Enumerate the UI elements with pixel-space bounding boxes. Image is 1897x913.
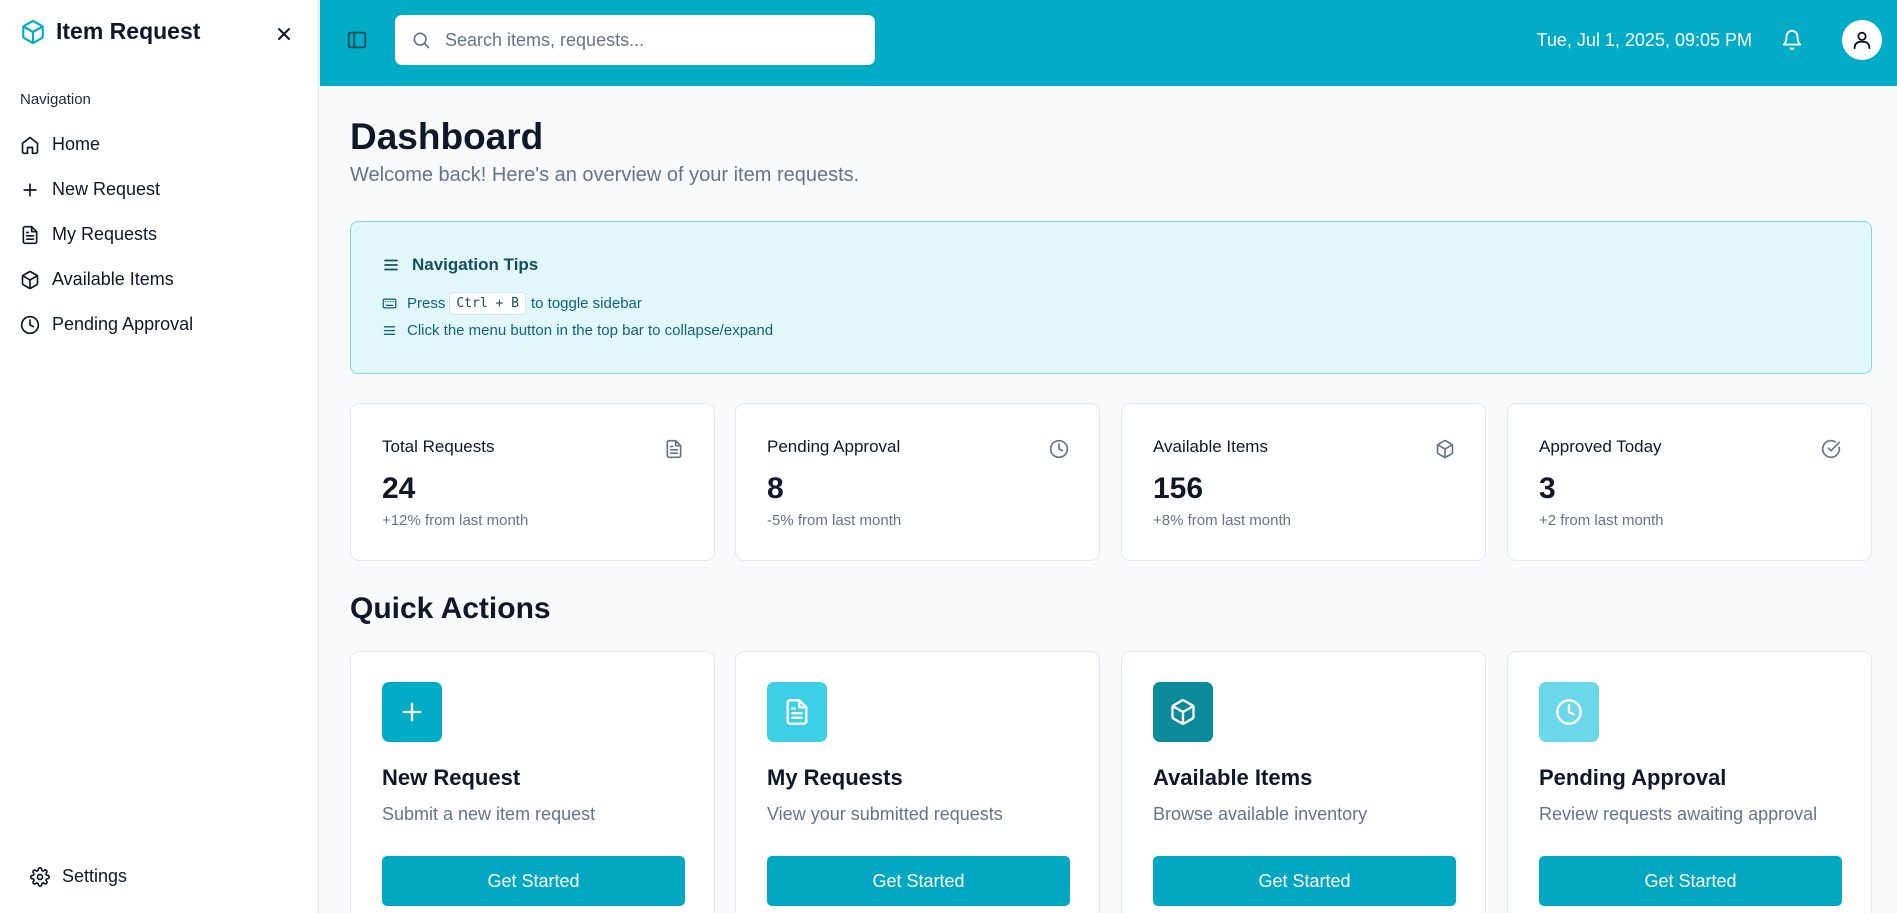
menu-icon (382, 256, 400, 274)
stat-value: 3 (1539, 472, 1556, 505)
stat-label: Pending Approval (767, 437, 901, 456)
quick-action-new-request: New Request Submit a new item request Ge… (350, 651, 715, 913)
sidebar-item-label: Available Items (52, 269, 174, 289)
nav-section-label: Navigation (20, 91, 91, 108)
quick-action-my-requests: My Requests View your submitted requests… (735, 651, 1100, 913)
quick-action-title: New Request (382, 765, 521, 790)
close-icon[interactable] (272, 22, 296, 46)
search-box[interactable] (395, 15, 875, 65)
stat-label: Total Requests (382, 437, 495, 456)
sidebar: Item Request Navigation Home New Request… (0, 0, 319, 913)
navigation-tips: Navigation Tips Press Ctrl + B to toggle… (350, 221, 1872, 374)
quick-action-description: Submit a new item request (382, 804, 596, 824)
file-text-icon (20, 225, 40, 245)
stat-change: +2 from last month (1539, 512, 1664, 529)
stat-value: 156 (1153, 472, 1204, 505)
menu-icon (382, 323, 397, 338)
stat-card-approved-today: Approved Today 3 +2 from last month (1507, 403, 1872, 561)
clock-icon (20, 315, 40, 335)
sidebar-item-my-requests[interactable]: My Requests (20, 212, 300, 257)
brand[interactable]: Item Request (20, 18, 200, 45)
sidebar-item-label: Pending Approval (52, 314, 194, 334)
stats-row: Total Requests 24 +12% from last month P… (350, 403, 1872, 561)
home-icon (20, 135, 40, 155)
page-subtitle: Welcome back! Here's an overview of your… (350, 164, 860, 186)
quick-actions-title: Quick Actions (350, 592, 551, 625)
sidebar-item-label: My Requests (52, 224, 158, 244)
search-input[interactable] (445, 29, 845, 51)
stat-change: +8% from last month (1153, 512, 1291, 529)
stat-label: Available Items (1153, 437, 1268, 456)
get-started-button[interactable]: Get Started (1153, 856, 1456, 906)
page-title: Dashboard (350, 116, 544, 157)
stat-value: 8 (767, 472, 784, 505)
current-datetime: Tue, Jul 1, 2025, 09:05 PM (1536, 30, 1752, 50)
quick-action-description: Browse available inventory (1153, 804, 1368, 824)
quick-action-title: Available Items (1153, 765, 1313, 790)
sidebar-item-settings[interactable]: Settings (30, 866, 127, 887)
cube-icon (20, 19, 46, 45)
stat-change: +12% from last month (382, 512, 529, 529)
cube-icon (1153, 682, 1213, 742)
sidebar-item-pending-approval[interactable]: Pending Approval (20, 302, 300, 347)
plus-icon (382, 682, 442, 742)
quick-action-available-items: Available Items Browse available invento… (1121, 651, 1486, 913)
gear-icon (30, 866, 50, 887)
tip-press-text: Press (407, 295, 446, 312)
sidebar-item-label: New Request (52, 179, 161, 199)
top-bar: Tue, Jul 1, 2025, 09:05 PM (320, 0, 1897, 86)
tip-menu: Click the menu button in the top bar to … (382, 322, 773, 339)
user-icon (1851, 29, 1873, 51)
sidebar-item-label: Home (52, 134, 101, 154)
check-circle-icon (1821, 439, 1841, 459)
shortcut-key: Ctrl + B (449, 292, 526, 315)
sidebar-item-new-request[interactable]: New Request (20, 167, 300, 212)
bell-icon[interactable] (1781, 29, 1803, 51)
keyboard-icon (382, 296, 397, 311)
tip-menu-text: Click the menu button in the top bar to … (407, 322, 774, 339)
cube-icon (20, 270, 40, 290)
brand-title: Item Request (56, 18, 201, 44)
sidebar-nav: Home New Request My Requests Available I… (20, 122, 300, 347)
stat-label: Approved Today (1539, 437, 1662, 456)
plus-icon (20, 180, 40, 200)
quick-action-pending-approval: Pending Approval Review requests awaitin… (1507, 651, 1872, 913)
tips-header: Navigation Tips (382, 255, 538, 275)
get-started-button[interactable]: Get Started (382, 856, 685, 906)
get-started-button[interactable]: Get Started (767, 856, 1070, 906)
get-started-button[interactable]: Get Started (1539, 856, 1842, 906)
sidebar-toggle-icon[interactable] (346, 29, 370, 53)
cube-icon (1435, 439, 1455, 459)
tips-title: Navigation Tips (412, 255, 539, 274)
clock-icon (1049, 439, 1069, 459)
stat-value: 24 (382, 472, 416, 505)
file-text-icon (767, 682, 827, 742)
stat-card-available-items: Available Items 156 +8% from last month (1121, 403, 1486, 561)
quick-action-title: Pending Approval (1539, 765, 1727, 790)
stat-card-pending-approval: Pending Approval 8 -5% from last month (735, 403, 1100, 561)
stat-card-total-requests: Total Requests 24 +12% from last month (350, 403, 715, 561)
settings-label: Settings (62, 866, 128, 886)
user-avatar[interactable] (1842, 20, 1882, 60)
quick-action-description: Review requests awaiting approval (1539, 804, 1818, 824)
stat-change: -5% from last month (767, 512, 902, 529)
sidebar-item-home[interactable]: Home (20, 122, 300, 167)
quick-action-description: View your submitted requests (767, 804, 1003, 824)
clock-icon (1539, 682, 1599, 742)
file-text-icon (664, 439, 684, 459)
tip-shortcut: Press Ctrl + B to toggle sidebar (382, 292, 642, 315)
tip-toggle-text: to toggle sidebar (530, 295, 642, 312)
quick-action-title: My Requests (767, 765, 903, 790)
search-icon (411, 30, 431, 50)
sidebar-item-available-items[interactable]: Available Items (20, 257, 300, 302)
